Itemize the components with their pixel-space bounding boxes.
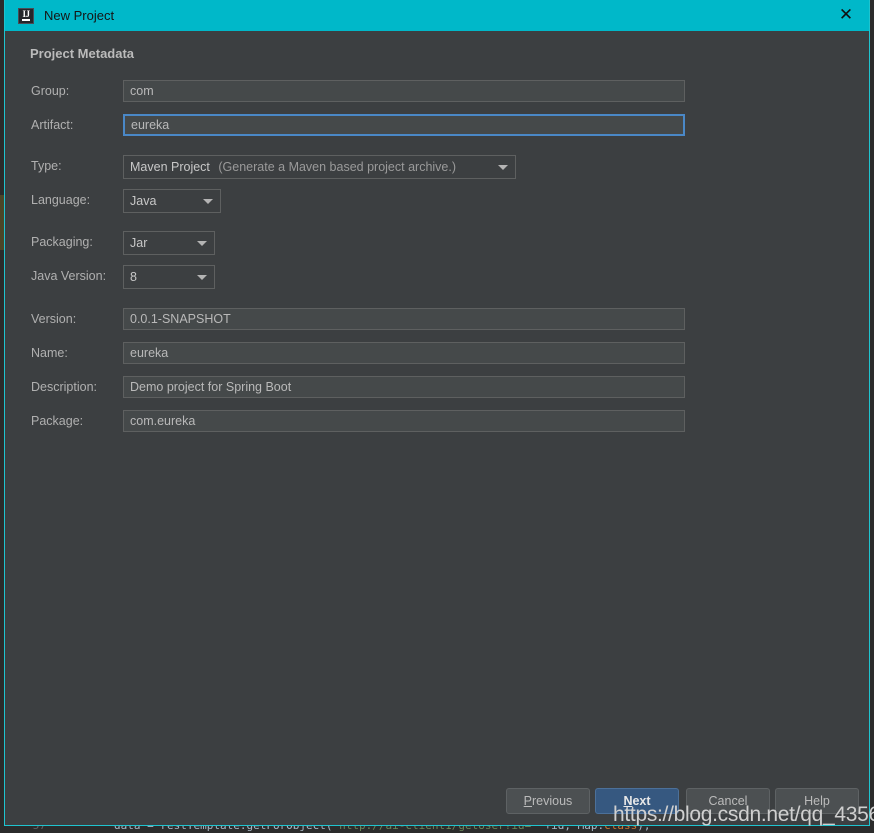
artifact-input[interactable]: eureka [123, 114, 685, 136]
watermark-text: https://blog.csdn.net/qq_43566496 [613, 803, 874, 826]
language-label: Language: [31, 193, 91, 207]
packaging-select-value: Jar [130, 236, 148, 250]
type-select-value: Maven Project [130, 160, 210, 174]
chevron-down-icon [197, 241, 207, 246]
group-input[interactable]: com [123, 80, 685, 102]
version-input[interactable]: 0.0.1-SNAPSHOT [123, 308, 685, 330]
package-label: Package: [31, 414, 84, 428]
name-input[interactable]: eureka [123, 342, 685, 364]
chevron-down-icon [203, 199, 213, 204]
dialog-body: Project Metadata Group: com Artifact: eu… [5, 31, 869, 825]
name-label: Name: [31, 346, 68, 360]
description-label: Description: [31, 380, 97, 394]
type-label: Type: [31, 159, 62, 173]
type-select-hint: (Generate a Maven based project archive.… [218, 160, 457, 174]
dialog-title: New Project [44, 8, 115, 23]
dialog-titlebar: New Project ✕ [5, 0, 869, 31]
close-icon[interactable]: ✕ [823, 0, 869, 31]
java-version-label: Java Version: [31, 269, 107, 283]
previous-button-label: Previous [523, 794, 573, 808]
chevron-down-icon [197, 275, 207, 280]
page-title: Project Metadata [30, 46, 135, 61]
version-label: Version: [31, 312, 77, 326]
package-input[interactable]: com.eureka [123, 410, 685, 432]
intellij-idea-icon [18, 7, 34, 24]
description-input[interactable]: Demo project for Spring Boot [123, 376, 685, 398]
artifact-label: Artifact: [31, 118, 74, 132]
packaging-label: Packaging: [31, 235, 93, 249]
java-version-select-value: 8 [130, 270, 137, 284]
group-label: Group: [31, 84, 70, 98]
language-select[interactable]: Java [123, 189, 221, 213]
packaging-select[interactable]: Jar [123, 231, 215, 255]
previous-button[interactable]: Previous [506, 788, 590, 814]
java-version-select[interactable]: 8 [123, 265, 215, 289]
new-project-dialog: New Project ✕ Project Metadata Group: co… [4, 0, 870, 826]
language-select-value: Java [130, 194, 157, 208]
type-select[interactable]: Maven Project (Generate a Maven based pr… [123, 155, 516, 179]
chevron-down-icon [498, 165, 508, 170]
